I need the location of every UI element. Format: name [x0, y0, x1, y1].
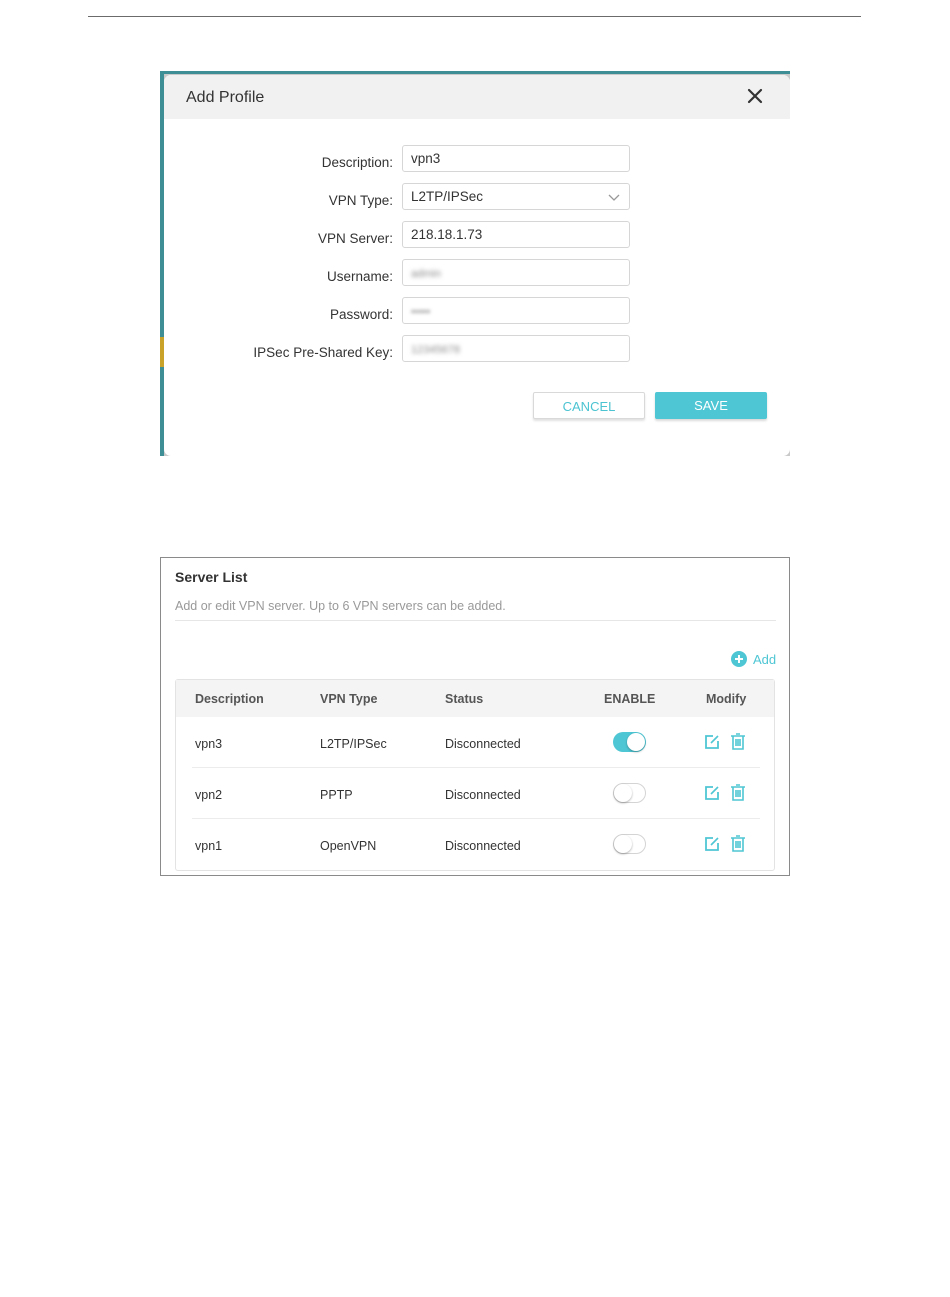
vpn-server-value: 218.18.1.73 [411, 227, 483, 242]
toggle-knob [627, 733, 645, 751]
enable-toggle[interactable] [613, 732, 646, 752]
add-profile-screenshot: Add Profile Description: vpn3 VPN Type: … [160, 71, 790, 456]
row-description: vpn2 [195, 788, 223, 802]
psk-value: 12345678 [411, 344, 460, 356]
cancel-button[interactable]: CANCEL [533, 392, 645, 419]
edit-icon[interactable] [704, 836, 720, 852]
add-profile-dialog: Add Profile Description: vpn3 VPN Type: … [164, 75, 790, 456]
dialog-title: Add Profile [186, 89, 265, 106]
table-row: vpn2 PPTP Disconnected [176, 768, 774, 819]
table-row: vpn3 L2TP/IPSec Disconnected [176, 717, 774, 768]
description-value: vpn3 [411, 151, 441, 166]
password-input[interactable]: ••••• [402, 297, 630, 324]
table-row: vpn1 OpenVPN Disconnected [176, 819, 774, 870]
row-vpn-type: PPTP [320, 788, 353, 802]
toggle-knob [614, 784, 632, 802]
row-vpn-type: OpenVPN [320, 839, 377, 853]
server-table: Description VPN Type Status ENABLE Modif… [175, 679, 775, 871]
table-header: Description VPN Type Status ENABLE Modif… [176, 680, 774, 717]
plus-circle-icon [731, 651, 747, 667]
username-value: admin [411, 268, 441, 280]
save-button[interactable]: SAVE [655, 392, 767, 419]
column-vpn-type: VPN Type [320, 692, 378, 706]
description-input[interactable]: vpn3 [402, 145, 630, 172]
vpn-server-label: VPN Server: [317, 231, 393, 246]
password-label: Password: [329, 307, 393, 322]
column-status: Status [445, 692, 484, 706]
password-value: ••••• [411, 306, 431, 318]
edit-icon[interactable] [704, 734, 720, 750]
vpn-type-value: L2TP/IPSec [411, 189, 484, 204]
page-header-rule [88, 16, 861, 17]
dialog-header: Add Profile [164, 75, 790, 119]
trash-icon[interactable] [730, 784, 746, 801]
vpn-server-input[interactable]: 218.18.1.73 [402, 221, 630, 248]
close-icon[interactable] [746, 87, 764, 105]
column-description: Description [195, 692, 264, 706]
row-description: vpn3 [195, 737, 223, 751]
enable-toggle[interactable] [613, 783, 646, 803]
row-status: Disconnected [445, 788, 521, 802]
add-label: Add [753, 651, 777, 667]
username-input[interactable]: admin [402, 259, 630, 286]
vpn-type-label: VPN Type: [328, 193, 393, 208]
description-label: Description: [321, 155, 393, 170]
divider [175, 620, 776, 621]
username-label: Username: [326, 269, 393, 284]
row-description: vpn1 [195, 839, 223, 853]
row-vpn-type: L2TP/IPSec [320, 737, 387, 751]
server-list-screenshot: Server List Add or edit VPN server. Up t… [160, 557, 790, 876]
column-modify: Modify [706, 692, 747, 706]
vpn-type-select[interactable]: L2TP/IPSec [402, 183, 630, 210]
server-list-title: Server List [175, 569, 248, 585]
trash-icon[interactable] [730, 733, 746, 750]
row-status: Disconnected [445, 737, 521, 751]
edit-icon[interactable] [704, 785, 720, 801]
server-list-subtitle: Add or edit VPN server. Up to 6 VPN serv… [175, 599, 506, 613]
add-server-button[interactable]: Add [731, 650, 776, 668]
background-header-strip [160, 71, 790, 74]
chevron-down-icon [608, 194, 620, 201]
psk-label: IPSec Pre-Shared Key: [253, 345, 393, 360]
row-status: Disconnected [445, 839, 521, 853]
psk-input[interactable]: 12345678 [402, 335, 630, 362]
column-enable: ENABLE [604, 692, 656, 706]
toggle-knob [614, 835, 632, 853]
trash-icon[interactable] [730, 835, 746, 852]
enable-toggle[interactable] [613, 834, 646, 854]
